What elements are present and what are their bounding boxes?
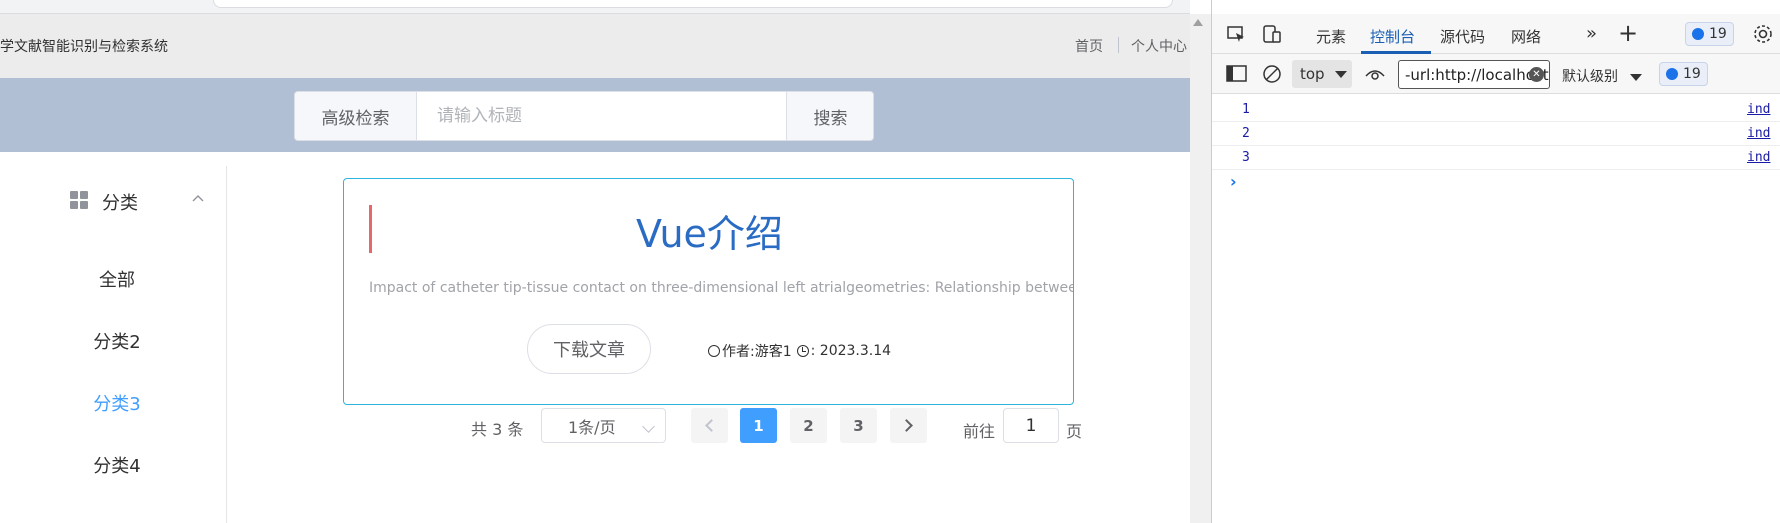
goto-label: 前往 (963, 422, 996, 441)
article-meta: 作者:游客1 : 2023.3.14 (708, 341, 891, 361)
messages-badge[interactable]: 19 (1659, 62, 1708, 86)
user-icon (708, 345, 720, 357)
chevron-right-icon (900, 419, 913, 432)
log-source-link[interactable]: ind (1747, 102, 1770, 117)
page-number-1[interactable]: 1 (740, 408, 777, 443)
search-input[interactable] (417, 92, 786, 140)
devtools-tab-bar: 元素 控制台 源代码 网络 » + 19 (1212, 14, 1780, 54)
filter-value: -url:http://localhost (1405, 65, 1549, 84)
clock-icon (796, 345, 809, 357)
context-value: top (1300, 65, 1325, 83)
console-prompt[interactable]: › (1230, 172, 1237, 191)
log-value: 1 (1242, 102, 1250, 117)
chevron-down-icon (642, 420, 655, 433)
inspect-element-icon[interactable] (1226, 24, 1246, 44)
console-log-row: 2 ind (1212, 122, 1780, 146)
article-title[interactable]: Vue介绍 (344, 203, 1073, 258)
article-card: Vue介绍 Impact of catheter tip-tissue cont… (343, 178, 1074, 405)
pagination-total: 共 3 条 (471, 420, 524, 439)
sidebar-toggle-icon[interactable] (1226, 64, 1248, 84)
settings-gear-icon[interactable] (1752, 23, 1774, 45)
clear-console-icon[interactable] (1262, 64, 1282, 84)
grid-icon (70, 191, 89, 210)
issues-count: 19 (1709, 26, 1727, 42)
page-suffix-label: 页 (1066, 422, 1083, 441)
nav-profile-link[interactable]: 个人中心 (1131, 36, 1187, 56)
log-source-link[interactable]: ind (1747, 126, 1770, 141)
more-tabs-icon[interactable]: » (1586, 23, 1597, 44)
page-size-select[interactable]: 1条/页 (541, 408, 666, 443)
page-size-value: 1条/页 (568, 417, 616, 437)
chevron-left-icon (705, 419, 718, 432)
download-article-button[interactable]: 下载文章 (527, 324, 651, 374)
sidebar-item-category4[interactable]: 分类4 (62, 452, 172, 478)
message-icon (1666, 68, 1678, 80)
goto-page-input[interactable]: 1 (1003, 408, 1059, 443)
log-level-value: 默认级别 (1562, 69, 1618, 85)
log-source-link[interactable]: ind (1747, 150, 1770, 165)
triangle-down-icon (1630, 73, 1643, 81)
message-icon (1692, 28, 1704, 40)
app-title: 学文献智能识别与检索系统 (0, 39, 168, 55)
app-header (0, 14, 1190, 78)
search-bar: 高级检索 搜索 (294, 91, 874, 141)
address-bar[interactable] (213, 0, 1173, 8)
category-menu-header[interactable]: 分类 (70, 188, 210, 216)
messages-count: 19 (1683, 66, 1701, 82)
add-tab-icon[interactable]: + (1618, 19, 1638, 47)
log-value: 3 (1242, 150, 1250, 165)
article-author: 作者:游客1 (722, 344, 792, 360)
console-log-row: 3 ind (1212, 146, 1780, 170)
page-number-3[interactable]: 3 (840, 408, 877, 443)
article-date: : 2023.3.14 (810, 343, 892, 359)
prev-page-button[interactable] (691, 408, 728, 443)
triangle-down-icon (1334, 70, 1347, 78)
sidebar-item-category3[interactable]: 分类3 (62, 390, 172, 416)
tab-console[interactable]: 控制台 (1370, 26, 1415, 47)
eye-icon[interactable] (1364, 64, 1386, 84)
tab-elements[interactable]: 元素 (1316, 26, 1346, 47)
page-number-2[interactable]: 2 (790, 408, 827, 443)
issues-badge[interactable]: 19 (1685, 22, 1734, 46)
nav-home-link[interactable]: 首页 (1075, 36, 1103, 56)
tab-network[interactable]: 网络 (1511, 26, 1541, 47)
device-toolbar-icon[interactable] (1262, 24, 1282, 44)
page-scrollbar[interactable] (1190, 14, 1212, 523)
console-filter-input[interactable]: -url:http://localhost ✕ (1398, 60, 1550, 89)
tab-sources[interactable]: 源代码 (1440, 26, 1485, 47)
scroll-up-arrow-icon[interactable] (1193, 19, 1203, 26)
search-button[interactable]: 搜索 (786, 92, 873, 140)
category-menu-label: 分类 (102, 193, 138, 214)
sidebar-item-category2[interactable]: 分类2 (62, 328, 172, 354)
sidebar-item-all[interactable]: 全部 (62, 266, 172, 292)
next-page-button[interactable] (890, 408, 927, 443)
article-abstract: Impact of catheter tip-tissue contact on… (369, 280, 1073, 296)
log-value: 2 (1242, 126, 1250, 141)
nav-divider (1118, 37, 1119, 53)
console-log-row: 1 ind (1212, 98, 1780, 122)
clear-filter-icon[interactable]: ✕ (1529, 67, 1544, 82)
search-input-wrapper (417, 92, 786, 140)
advanced-search-button[interactable]: 高级检索 (295, 92, 417, 140)
chevron-up-icon (192, 195, 204, 202)
context-selector[interactable]: top (1292, 60, 1352, 88)
log-level-selector[interactable]: 默认级别 (1562, 66, 1643, 86)
console-toolbar: top -url:http://localhost ✕ 默认级别 19 (1212, 54, 1780, 94)
devtools-panel: 元素 控制台 源代码 网络 » + 19 top -url:http://loc… (1211, 0, 1780, 523)
